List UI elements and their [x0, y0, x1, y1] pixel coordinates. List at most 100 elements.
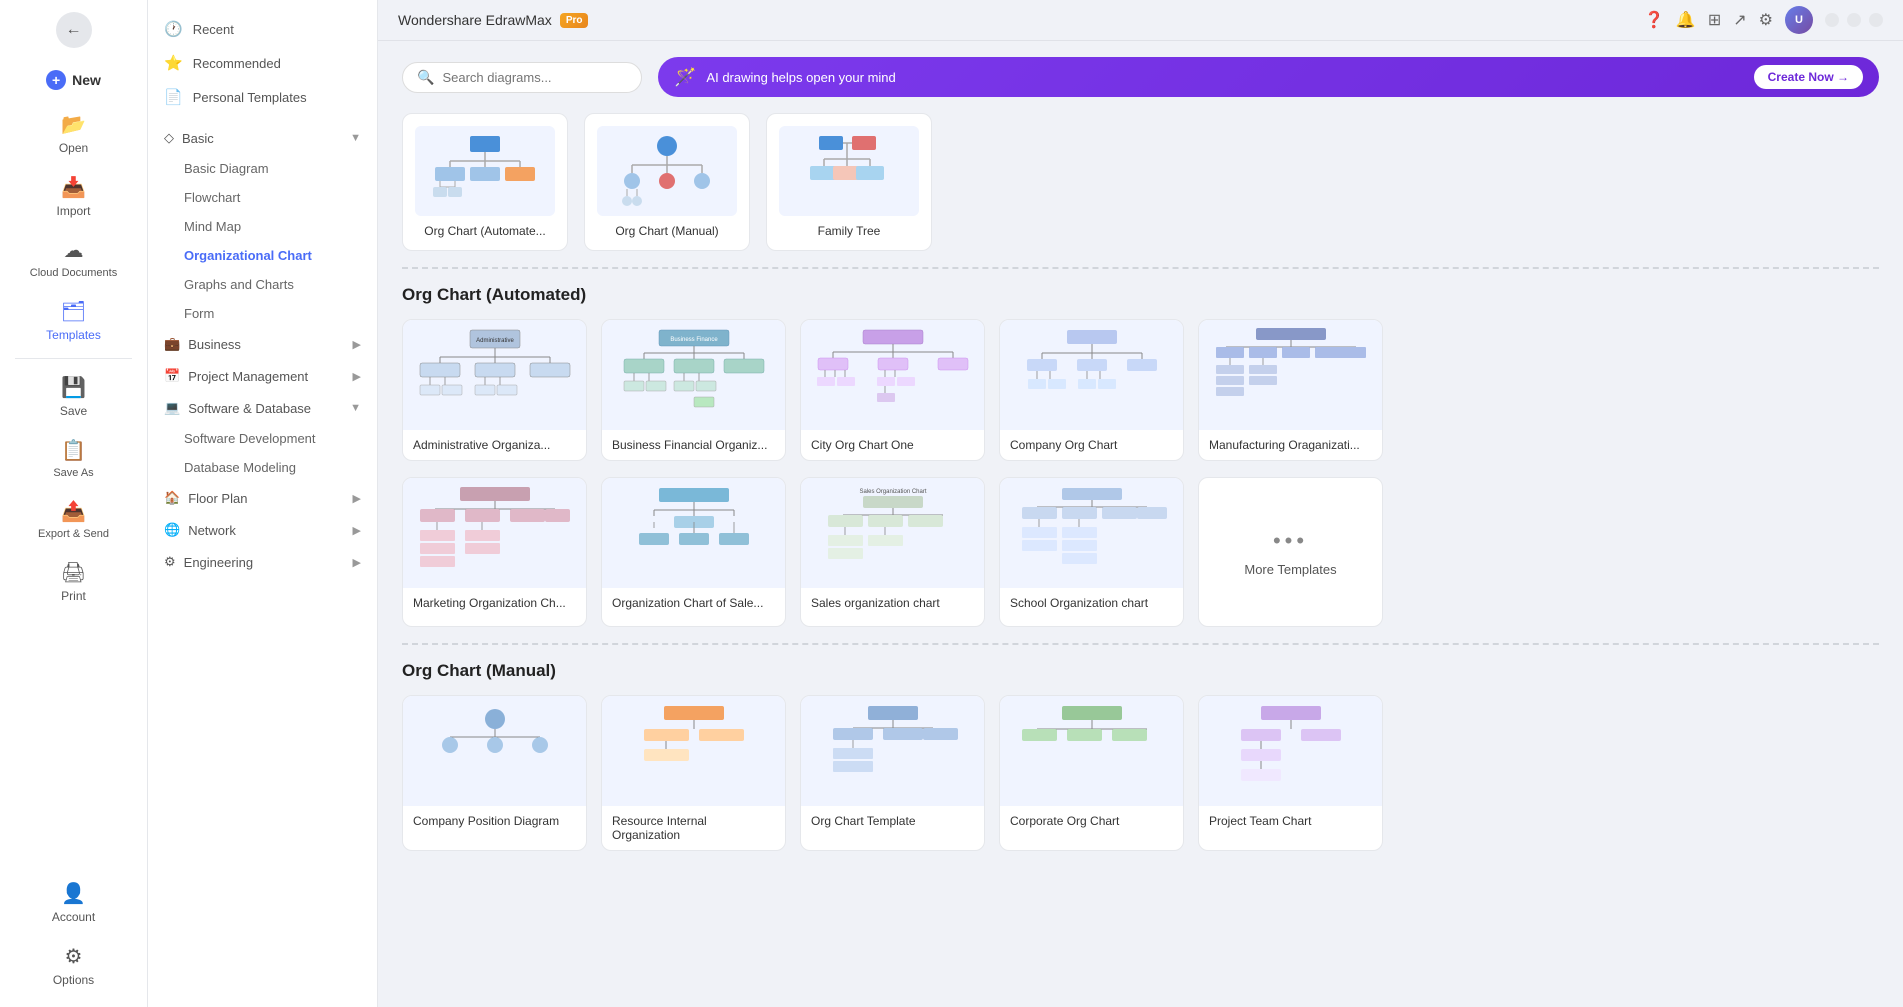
export-icon: 📤	[61, 499, 86, 524]
print-button[interactable]: 🖨 Print	[0, 552, 147, 611]
manual-label-5: Project Team Chart	[1199, 806, 1382, 836]
cloud-icon: ☁	[64, 238, 84, 263]
admin-org-img: Administrative	[403, 320, 586, 430]
sidebar-divider	[15, 358, 133, 359]
sales-chart-label: Organization Chart of Sale...	[602, 588, 785, 618]
engineering-category[interactable]: ⚙ Engineering ▶	[148, 546, 377, 578]
export-button[interactable]: 📤 Export & Send	[0, 491, 147, 548]
db-modeling-item[interactable]: Database Modeling	[148, 453, 377, 482]
apps-icon[interactable]: ⊞	[1708, 10, 1721, 30]
floor-chevron: ▶	[353, 492, 361, 505]
mind-map-item[interactable]: Mind Map	[148, 212, 377, 241]
user-avatar[interactable]: U	[1785, 6, 1813, 34]
org-manual-card[interactable]: Org Chart (Manual)	[584, 113, 750, 251]
project-icon: 📅	[164, 368, 180, 384]
org-auto-card[interactable]: Org Chart (Automate...	[402, 113, 568, 251]
back-button[interactable]: ←	[56, 12, 92, 48]
basic-diagram-item[interactable]: Basic Diagram	[148, 154, 377, 183]
family-tree-card[interactable]: Family Tree	[766, 113, 932, 251]
manual-card-3[interactable]: Org Chart Template	[800, 695, 985, 851]
manual-label-3: Org Chart Template	[801, 806, 984, 836]
network-category[interactable]: 🌐 Network ▶	[148, 514, 377, 546]
marketing-org-card[interactable]: Marketing Organization Ch...	[402, 477, 587, 627]
options-button[interactable]: ⚙ Options	[0, 936, 147, 995]
manual-label-2: Resource Internal Organization	[602, 806, 785, 850]
search-input[interactable]	[442, 70, 622, 85]
search-box[interactable]: 🔍	[402, 62, 642, 93]
manual-card-5[interactable]: Project Team Chart	[1198, 695, 1383, 851]
basic-icon: ◇	[164, 130, 174, 146]
import-button[interactable]: 📥 Import	[0, 167, 147, 226]
sales-org-card[interactable]: Sales Organization Chart Sale	[800, 477, 985, 627]
recommended-item[interactable]: ⭐ Recommended	[148, 46, 377, 80]
settings-icon[interactable]: ⚙	[1759, 10, 1773, 30]
recent-item[interactable]: 🕐 Recent	[148, 12, 377, 46]
biz-fin-label: Business Financial Organiz...	[602, 430, 785, 460]
saveas-icon: 📋	[61, 438, 86, 463]
print-icon: 🖨	[61, 560, 86, 585]
mfg-org-card[interactable]: Manufacturing Oraganizati...	[1198, 319, 1383, 461]
org-manual-img	[597, 126, 737, 216]
business-category[interactable]: 💼 Business ▶	[148, 328, 377, 360]
cloud-button[interactable]: ☁ Cloud Documents	[0, 230, 147, 287]
window-controls: — ❐ ✕	[1825, 13, 1883, 27]
mfg-org-img	[1199, 320, 1382, 430]
manual-card-4[interactable]: Corporate Org Chart	[999, 695, 1184, 851]
manual-img-5	[1199, 696, 1382, 806]
admin-org-card[interactable]: Administrative	[402, 319, 587, 461]
manual-card-1[interactable]: Company Position Diagram	[402, 695, 587, 851]
software-dev-item[interactable]: Software Development	[148, 424, 377, 453]
save-button[interactable]: 💾 Save	[0, 367, 147, 426]
share-icon[interactable]: ↗	[1733, 10, 1746, 30]
org-auto-grid: Administrative	[402, 319, 1879, 461]
minimize-button[interactable]: —	[1825, 13, 1839, 27]
floor-category[interactable]: 🏠 Floor Plan ▶	[148, 482, 377, 514]
org-auto-section-title: Org Chart (Automated)	[402, 285, 1879, 305]
school-org-card[interactable]: School Organization chart	[999, 477, 1184, 627]
network-icon: 🌐	[164, 522, 180, 538]
save-icon: 💾	[61, 375, 86, 400]
business-chevron: ▶	[353, 338, 361, 351]
open-button[interactable]: 📂 Open	[0, 104, 147, 163]
flowchart-item[interactable]: Flowchart	[148, 183, 377, 212]
company-org-img	[1000, 320, 1183, 430]
saveas-button[interactable]: 📋 Save As	[0, 430, 147, 487]
basic-category[interactable]: ◇ Basic ▼	[148, 122, 377, 154]
project-category[interactable]: 📅 Project Management ▶	[148, 360, 377, 392]
templates-button[interactable]: 🗂 Templates	[0, 291, 147, 350]
company-org-card[interactable]: Company Org Chart	[999, 319, 1184, 461]
help-icon[interactable]: ❓	[1644, 10, 1664, 30]
form-item[interactable]: Form	[148, 299, 377, 328]
close-button[interactable]: ✕	[1869, 13, 1883, 27]
more-dots: •••	[1273, 528, 1308, 554]
import-icon: 📥	[61, 175, 86, 200]
city-org-img	[801, 320, 984, 430]
more-templates-card[interactable]: ••• More Templates	[1198, 477, 1383, 627]
personal-templates-item[interactable]: 📄 Personal Templates	[148, 80, 377, 114]
top-bar: Wondershare EdrawMax Pro ❓ 🔔 ⊞ ↗ ⚙ U — ❐…	[378, 0, 1903, 41]
ai-icon: 🪄	[674, 67, 696, 88]
school-org-label: School Organization chart	[1000, 588, 1183, 618]
manual-label-4: Corporate Org Chart	[1000, 806, 1183, 836]
engineering-chevron: ▶	[353, 556, 361, 569]
account-button[interactable]: 👤 Account	[0, 873, 147, 932]
maximize-button[interactable]: ❐	[1847, 13, 1861, 27]
org-chart-item[interactable]: Organizational Chart	[148, 241, 377, 270]
org-manual-grid: Company Position Diagram Resource Intern…	[402, 695, 1879, 851]
personal-icon: 📄	[164, 88, 183, 106]
manual-card-2[interactable]: Resource Internal Organization	[601, 695, 786, 851]
graphs-item[interactable]: Graphs and Charts	[148, 270, 377, 299]
manual-img-1	[403, 696, 586, 806]
org-auto-diagram	[420, 131, 550, 211]
new-button[interactable]: + New	[0, 60, 147, 100]
city-org-card[interactable]: City Org Chart One	[800, 319, 985, 461]
create-now-button[interactable]: Create Now →	[1754, 65, 1863, 89]
family-tree-diagram	[784, 131, 914, 211]
notification-icon[interactable]: 🔔	[1676, 10, 1696, 30]
main-content: Wondershare EdrawMax Pro ❓ 🔔 ⊞ ↗ ⚙ U — ❐…	[378, 0, 1903, 1007]
software-category[interactable]: 💻 Software & Database ▼	[148, 392, 377, 424]
manual-img-3	[801, 696, 984, 806]
family-tree-label: Family Tree	[779, 224, 919, 238]
sales-chart-card[interactable]: Organization Chart of Sale...	[601, 477, 786, 627]
biz-fin-card[interactable]: Business Finance	[601, 319, 786, 461]
